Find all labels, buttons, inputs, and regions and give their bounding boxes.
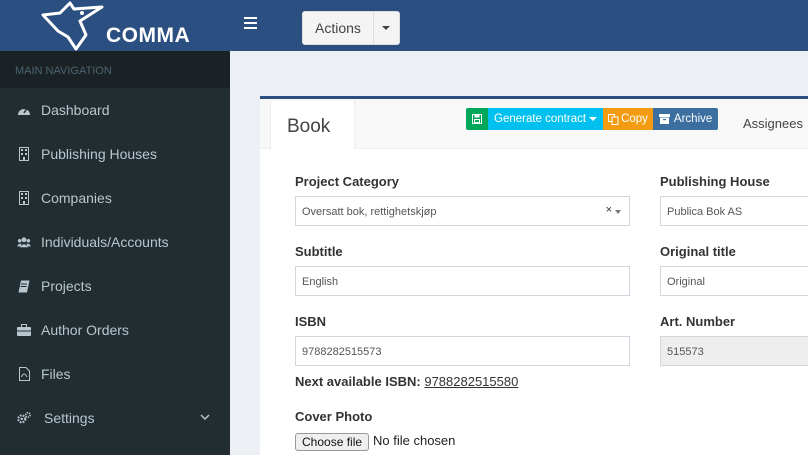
sidebar-item-label: Dashboard bbox=[41, 102, 110, 118]
generate-contract-button[interactable]: Generate contract bbox=[488, 108, 604, 130]
file-status: No file chosen bbox=[373, 433, 456, 448]
menu-toggle-icon[interactable] bbox=[244, 17, 257, 29]
comma-logo-icon bbox=[41, 1, 104, 51]
caret-down-icon bbox=[382, 26, 391, 30]
copy-button[interactable]: Copy bbox=[603, 108, 653, 130]
isbn-value: 9788282515573 bbox=[302, 346, 382, 358]
subtitle-value: English bbox=[302, 276, 339, 288]
caret-down-icon bbox=[615, 210, 621, 214]
choose-file-button[interactable]: Choose file bbox=[295, 433, 370, 451]
building-icon bbox=[17, 147, 31, 161]
original-title-label: Original title bbox=[660, 244, 736, 259]
original-title-value: Original bbox=[667, 276, 705, 288]
chevron-down-icon bbox=[200, 410, 210, 424]
next-isbn-label: Next available ISBN: bbox=[295, 374, 421, 389]
actions-caret-button[interactable] bbox=[374, 12, 399, 44]
sidebar-header: MAIN NAVIGATION bbox=[0, 51, 230, 88]
archive-button[interactable]: Archive bbox=[652, 108, 719, 130]
copy-icon bbox=[608, 113, 619, 125]
publishing-house-label: Publishing House bbox=[660, 174, 770, 189]
dashboard-icon bbox=[17, 103, 31, 117]
sidebar-item-label: Companies bbox=[41, 190, 112, 206]
archive-label: Archive bbox=[673, 113, 713, 125]
project-category-label: Project Category bbox=[295, 174, 400, 189]
subtitle-input[interactable]: English bbox=[295, 266, 630, 296]
project-form-box: Book Generate contract Copy Archive Assi… bbox=[260, 96, 808, 455]
sidebar-item-label: Files bbox=[41, 366, 71, 382]
archive-icon bbox=[658, 114, 670, 124]
project-category-value: Oversatt bok, rettighetskjøp bbox=[302, 206, 437, 218]
tab-bar: Book Generate contract Copy Archive Assi… bbox=[260, 99, 808, 150]
sidebar-item-label: Publishing Houses bbox=[41, 146, 157, 162]
top-navbar: Actions bbox=[230, 0, 808, 51]
isbn-input[interactable]: 9788282515573 bbox=[295, 336, 630, 366]
art-number-input: 515573 bbox=[660, 336, 808, 366]
save-button[interactable] bbox=[466, 108, 488, 130]
publishing-house-select[interactable]: Publica Bok AS bbox=[660, 196, 808, 226]
publishing-house-value: Publica Bok AS bbox=[667, 206, 743, 218]
file-icon bbox=[17, 367, 31, 381]
isbn-label: ISBN bbox=[295, 314, 327, 329]
clear-icon[interactable]: × bbox=[606, 204, 612, 216]
brand-name: COMMA bbox=[106, 24, 191, 47]
sidebar-item-label: Individuals/Accounts bbox=[41, 234, 169, 250]
sidebar-item-label: Settings bbox=[44, 410, 95, 426]
sidebar-item-label: Author Orders bbox=[41, 322, 129, 338]
actions-button[interactable]: Actions bbox=[303, 12, 374, 44]
tab-book[interactable]: Book bbox=[270, 101, 355, 150]
copy-label: Copy bbox=[621, 113, 648, 125]
toolbar-buttons: Generate contract Copy Archive bbox=[466, 108, 719, 130]
sidebar-item-publishing-houses[interactable]: Publishing Houses bbox=[0, 132, 230, 176]
sidebar-item-dashboard[interactable]: Dashboard bbox=[0, 88, 230, 132]
tab-assignees[interactable]: Assignees bbox=[743, 116, 803, 131]
logo-bar: COMMA bbox=[0, 0, 230, 51]
project-category-select[interactable]: Oversatt bok, rettighetskjøp × bbox=[295, 196, 630, 226]
save-icon bbox=[472, 114, 482, 124]
sidebar-item-author-orders[interactable]: Author Orders bbox=[0, 308, 230, 352]
gears-icon bbox=[17, 411, 31, 425]
subtitle-label: Subtitle bbox=[295, 244, 343, 259]
briefcase-icon bbox=[17, 323, 31, 337]
sidebar-item-files[interactable]: Files bbox=[0, 352, 230, 396]
users-icon bbox=[17, 235, 31, 249]
sidebar: MAIN NAVIGATION Dashboard Publishing Hou… bbox=[0, 51, 230, 455]
art-number-value: 515573 bbox=[667, 346, 704, 358]
next-isbn-link[interactable]: 9788282515580 bbox=[424, 374, 518, 389]
art-number-label: Art. Number bbox=[660, 314, 736, 329]
original-title-input[interactable]: Original bbox=[660, 266, 808, 296]
book-icon bbox=[17, 279, 31, 293]
next-isbn-row: Next available ISBN: 9788282515580 bbox=[295, 374, 518, 389]
sidebar-item-companies[interactable]: Companies bbox=[0, 176, 230, 220]
sidebar-item-individuals-accounts[interactable]: Individuals/Accounts bbox=[0, 220, 230, 264]
cover-photo-label: Cover Photo bbox=[295, 409, 373, 424]
sidebar-item-projects[interactable]: Projects bbox=[0, 264, 230, 308]
generate-contract-label: Generate contract bbox=[494, 113, 587, 125]
caret-down-icon bbox=[589, 117, 598, 121]
actions-dropdown: Actions bbox=[302, 11, 400, 45]
sidebar-item-label: Projects bbox=[41, 278, 92, 294]
building-icon bbox=[17, 191, 31, 205]
sidebar-item-settings[interactable]: Settings bbox=[0, 396, 230, 440]
